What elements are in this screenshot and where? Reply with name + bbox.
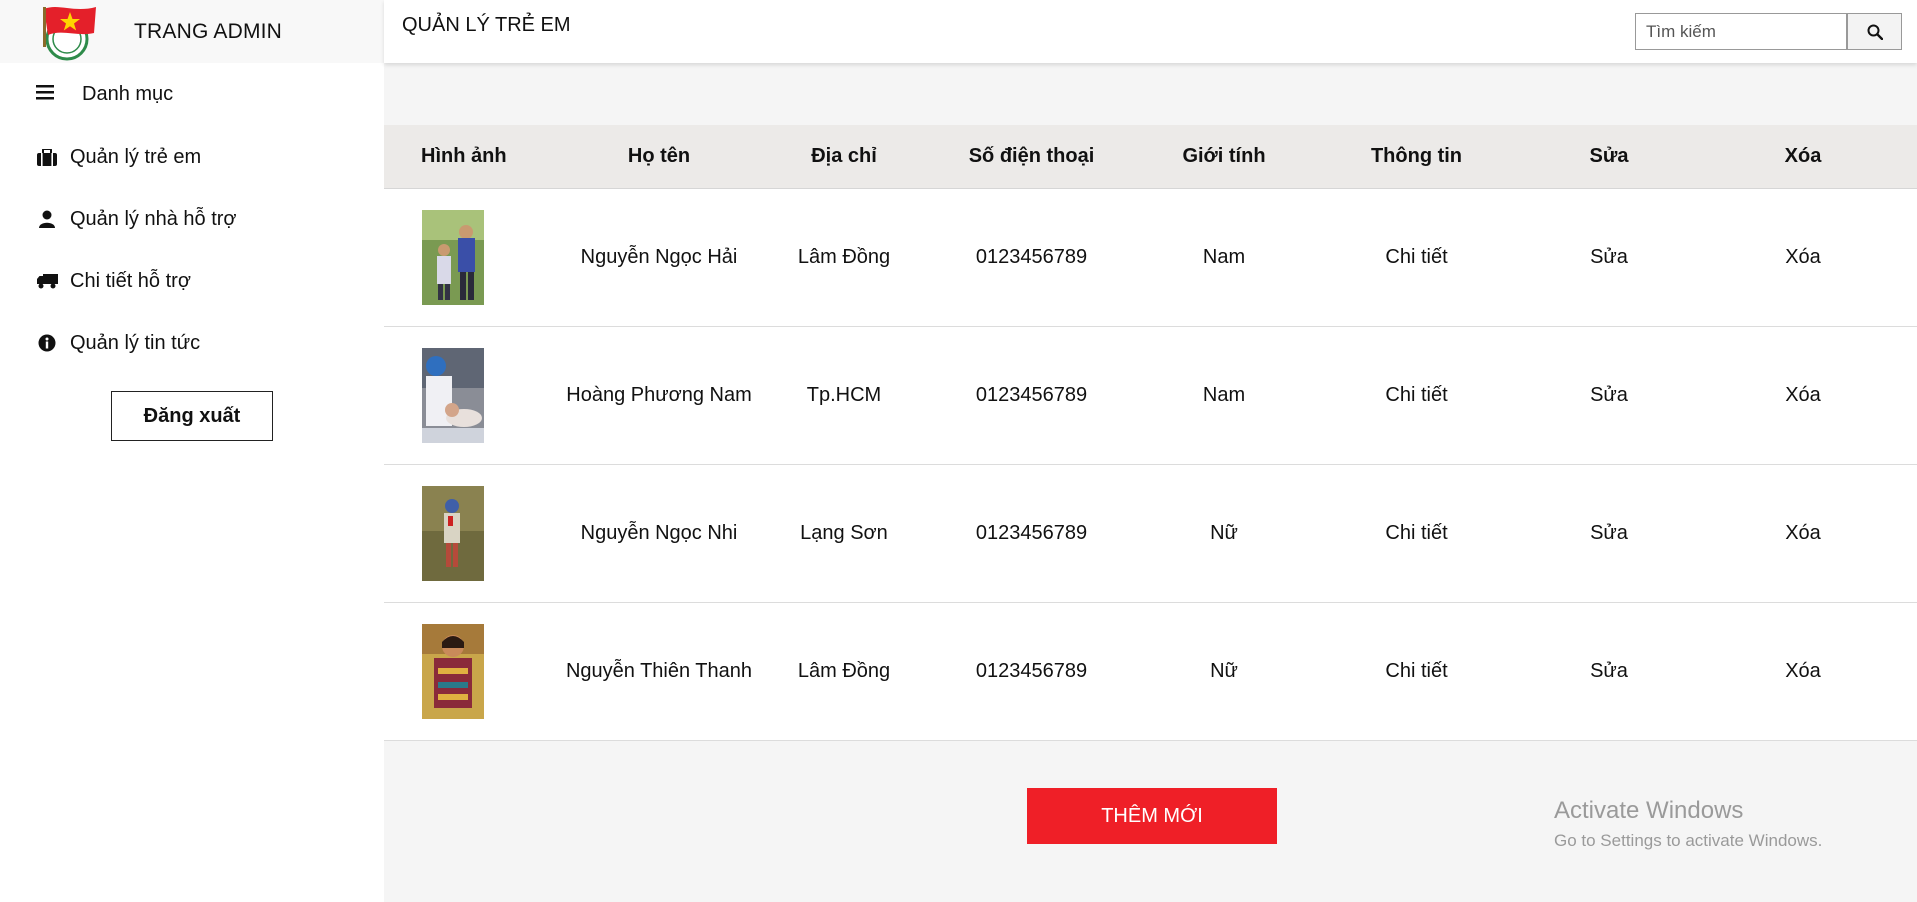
sidebar-item-news[interactable]: Quản lý tin tức xyxy=(0,312,384,374)
edit-link[interactable]: Sửa xyxy=(1529,464,1689,602)
menu-header-label: Danh mục xyxy=(82,83,174,105)
table-row: Hoàng Phương Nam Tp.HCM 0123456789 Nam C… xyxy=(384,326,1917,464)
windows-activation-watermark: Activate Windows Go to Settings to activ… xyxy=(1554,797,1822,851)
column-header-info: Thông tin xyxy=(1304,125,1529,189)
sidebar-item-label: Chi tiết hỗ trợ xyxy=(70,269,191,292)
address-cell: Lạng Sơn xyxy=(800,521,888,544)
child-photo xyxy=(422,623,484,719)
delete-link[interactable]: Xóa xyxy=(1689,188,1917,326)
children-table: Hình ảnh Họ tên Địa chỉ Số điện thoại Gi… xyxy=(384,125,1917,741)
address-cell: Lâm Đồng xyxy=(797,659,891,682)
gender-cell: Nam xyxy=(1202,383,1246,406)
sidebar-item-support-details[interactable]: Chi tiết hỗ trợ xyxy=(0,250,384,312)
edit-link[interactable]: Sửa xyxy=(1529,188,1689,326)
sidebar-item-label: Quản lý tin tức xyxy=(70,331,201,354)
page-title: QUẢN LÝ TRẺ EM xyxy=(402,14,571,36)
name-cell: Nguyễn Thiên Thanh xyxy=(565,659,753,682)
address-cell: Lâm Đồng xyxy=(797,245,891,268)
column-header-phone: Số điện thoại xyxy=(919,125,1144,189)
photo-cell xyxy=(384,188,549,326)
menu-header[interactable]: Danh mục xyxy=(0,63,384,126)
phone-cell: 0123456789 xyxy=(975,521,1088,544)
gender-cell: Nữ xyxy=(1210,521,1238,544)
child-photo xyxy=(422,485,484,581)
watermark-subtitle: Go to Settings to activate Windows. xyxy=(1554,831,1823,850)
details-link[interactable]: Chi tiết xyxy=(1304,326,1529,464)
photo-cell xyxy=(384,464,549,602)
name-cell: Nguyễn Ngọc Hải xyxy=(580,245,738,268)
menu-icon xyxy=(36,83,58,106)
details-link[interactable]: Chi tiết xyxy=(1304,188,1529,326)
column-header-gender: Giới tính xyxy=(1144,125,1304,189)
main-content: Hình ảnh Họ tên Địa chỉ Số điện thoại Gi… xyxy=(384,63,1917,902)
photo-cell xyxy=(384,326,549,464)
search-icon xyxy=(1867,24,1883,40)
gender-cell: Nữ xyxy=(1210,659,1238,682)
sidebar: TRANG ADMIN Danh mục Quản lý trẻ em Quản… xyxy=(0,0,384,902)
brand-title: TRANG ADMIN xyxy=(134,19,283,43)
logout-button[interactable]: Đăng xuất xyxy=(111,391,273,441)
gender-cell: Nam xyxy=(1202,245,1246,268)
name-cell: Nguyễn Ngọc Nhi xyxy=(580,521,738,544)
logout-wrap: Đăng xuất xyxy=(0,374,384,441)
delete-link[interactable]: Xóa xyxy=(1689,326,1917,464)
child-photo xyxy=(422,209,484,305)
sidebar-item-label: Quản lý nhà hỗ trợ xyxy=(70,207,237,230)
sidebar-item-children[interactable]: Quản lý trẻ em xyxy=(0,126,384,188)
details-link[interactable]: Chi tiết xyxy=(1304,464,1529,602)
column-header-delete: Xóa xyxy=(1689,125,1917,189)
photo-cell xyxy=(384,602,549,740)
table-header-row: Hình ảnh Họ tên Địa chỉ Số điện thoại Gi… xyxy=(384,125,1917,189)
phone-cell: 0123456789 xyxy=(975,245,1088,268)
phone-cell: 0123456789 xyxy=(975,659,1088,682)
column-header-address: Địa chỉ xyxy=(769,125,919,189)
add-new-button[interactable]: THÊM MỚI xyxy=(1027,788,1277,844)
table-row: Nguyễn Thiên Thanh Lâm Đồng 0123456789 N… xyxy=(384,602,1917,740)
sidebar-item-sponsors[interactable]: Quản lý nhà hỗ trợ xyxy=(0,188,384,250)
search-input[interactable] xyxy=(1635,13,1847,50)
briefcase-icon xyxy=(36,146,58,168)
topbar: QUẢN LÝ TRẺ EM xyxy=(384,0,1917,63)
table-row: Nguyễn Ngọc Nhi Lạng Sơn 0123456789 Nữ C… xyxy=(384,464,1917,602)
logo xyxy=(38,3,100,61)
column-header-edit: Sửa xyxy=(1529,125,1689,189)
edit-link[interactable]: Sửa xyxy=(1529,326,1689,464)
info-icon xyxy=(36,332,58,354)
phone-cell: 0123456789 xyxy=(975,383,1088,406)
delete-link[interactable]: Xóa xyxy=(1689,602,1917,740)
truck-icon xyxy=(36,270,58,292)
brand-header: TRANG ADMIN xyxy=(0,0,384,63)
column-header-image: Hình ảnh xyxy=(384,125,549,189)
address-cell: Tp.HCM xyxy=(806,383,882,406)
sidebar-item-label: Quản lý trẻ em xyxy=(70,145,202,168)
watermark-title: Activate Windows xyxy=(1554,797,1744,824)
details-link[interactable]: Chi tiết xyxy=(1304,602,1529,740)
table-row: Nguyễn Ngọc Hải Lâm Đồng 0123456789 Nam … xyxy=(384,188,1917,326)
child-photo xyxy=(422,347,484,443)
edit-link[interactable]: Sửa xyxy=(1529,602,1689,740)
name-cell: Hoàng Phương Nam xyxy=(566,383,752,406)
search-button[interactable] xyxy=(1847,13,1902,50)
column-header-name: Họ tên xyxy=(549,125,769,189)
user-icon xyxy=(36,208,58,230)
delete-link[interactable]: Xóa xyxy=(1689,464,1917,602)
